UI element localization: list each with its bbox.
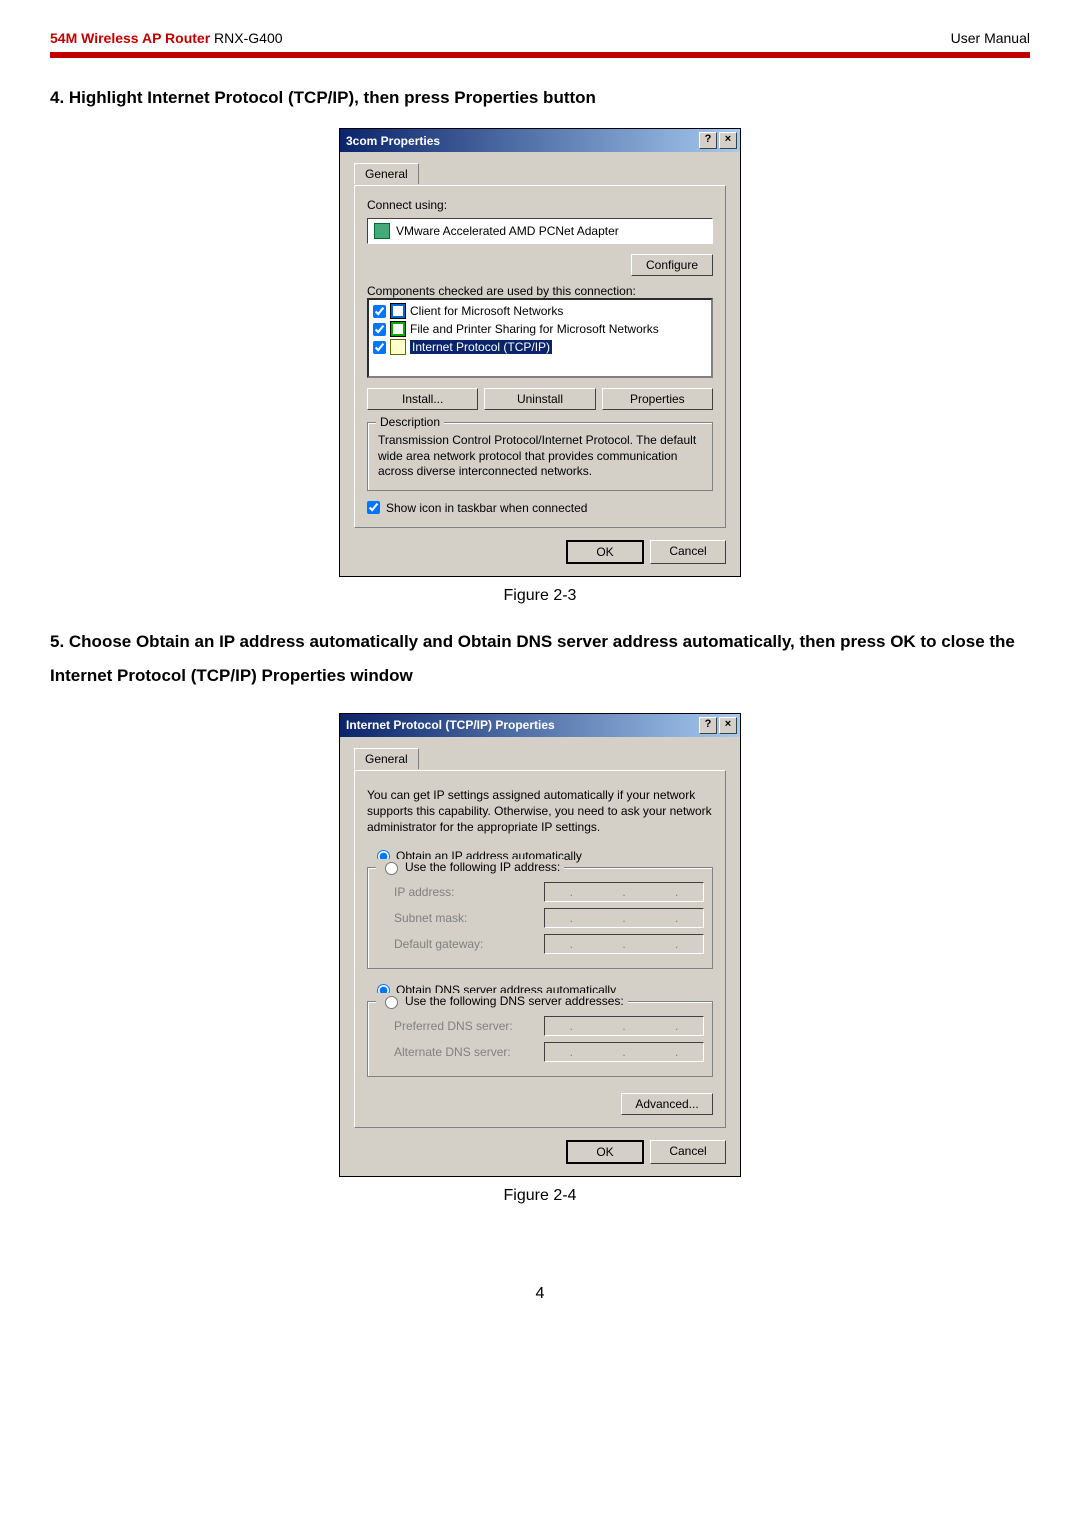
help-button[interactable]: ?: [699, 717, 717, 734]
close-button[interactable]: ×: [719, 132, 737, 149]
components-listbox[interactable]: Client for Microsoft Networks File and P…: [367, 298, 713, 378]
component-label: File and Printer Sharing for Microsoft N…: [410, 322, 659, 336]
dialog-titlebar: 3com Properties ? ×: [340, 129, 740, 152]
use-following-ip-label: Use the following IP address:: [405, 860, 560, 874]
product-model: RNX-G400: [214, 30, 282, 46]
figure-2-4-caption: Figure 2-4: [50, 1187, 1030, 1205]
component-label: Internet Protocol (TCP/IP): [410, 340, 552, 354]
step-5-text: 5. Choose Obtain an IP address automatic…: [50, 625, 1030, 693]
dialog-title: 3com Properties: [346, 134, 440, 148]
use-following-dns-label: Use the following DNS server addresses:: [405, 994, 624, 1008]
use-following-dns-radio[interactable]: [385, 996, 398, 1009]
description-group: Description Transmission Control Protoco…: [367, 422, 713, 491]
install-button[interactable]: Install...: [367, 388, 478, 410]
alternate-dns-label: Alternate DNS server:: [394, 1045, 534, 1059]
description-text: Transmission Control Protocol/Internet P…: [378, 433, 702, 480]
tab-panel: You can get IP settings assigned automat…: [354, 770, 726, 1129]
protocol-icon: [390, 339, 406, 355]
show-icon-checkbox[interactable]: [367, 501, 380, 514]
network-adapter-icon: [374, 223, 390, 239]
preferred-dns-input: ...: [544, 1016, 704, 1036]
component-checkbox[interactable]: [373, 323, 386, 336]
client-icon: [390, 303, 406, 319]
adapter-field: VMware Accelerated AMD PCNet Adapter: [367, 218, 713, 244]
product-name: 54M Wireless AP Router: [50, 30, 210, 46]
doc-label: User Manual: [951, 30, 1030, 46]
gateway-label: Default gateway:: [394, 937, 534, 951]
tab-general[interactable]: General: [354, 163, 419, 184]
subnet-label: Subnet mask:: [394, 911, 534, 925]
close-button[interactable]: ×: [719, 717, 737, 734]
doc-header: 54M Wireless AP Router RNX-G400 User Man…: [50, 30, 1030, 52]
list-item[interactable]: File and Printer Sharing for Microsoft N…: [371, 320, 709, 338]
use-following-ip-radio[interactable]: [385, 862, 398, 875]
step-4-heading: 4. Highlight Internet Protocol (TCP/IP),…: [50, 88, 1030, 108]
component-label: Client for Microsoft Networks: [410, 304, 563, 318]
ok-button[interactable]: OK: [566, 540, 644, 564]
ok-button[interactable]: OK: [566, 1140, 644, 1164]
component-checkbox[interactable]: [373, 341, 386, 354]
help-button[interactable]: ?: [699, 132, 717, 149]
cancel-button[interactable]: Cancel: [650, 1140, 726, 1164]
configure-button[interactable]: Configure: [631, 254, 713, 276]
tcpip-properties-dialog: Internet Protocol (TCP/IP) Properties ? …: [339, 713, 741, 1178]
gateway-input: ...: [544, 934, 704, 954]
uninstall-button[interactable]: Uninstall: [484, 388, 595, 410]
components-label: Components checked are used by this conn…: [367, 284, 713, 298]
connection-properties-dialog: 3com Properties ? × General Connect usin…: [339, 128, 741, 577]
manual-ip-group: Use the following IP address: IP address…: [367, 867, 713, 969]
preferred-dns-label: Preferred DNS server:: [394, 1019, 534, 1033]
properties-button[interactable]: Properties: [602, 388, 713, 410]
adapter-name: VMware Accelerated AMD PCNet Adapter: [396, 224, 619, 238]
tab-general[interactable]: General: [354, 748, 419, 769]
show-icon-label: Show icon in taskbar when connected: [386, 501, 587, 515]
list-item-selected[interactable]: Internet Protocol (TCP/IP): [371, 338, 709, 356]
subnet-input: ...: [544, 908, 704, 928]
dialog-title: Internet Protocol (TCP/IP) Properties: [346, 718, 555, 732]
tab-panel: Connect using: VMware Accelerated AMD PC…: [354, 185, 726, 528]
manual-dns-group: Use the following DNS server addresses: …: [367, 1001, 713, 1077]
ip-address-label: IP address:: [394, 885, 534, 899]
header-divider: [50, 52, 1030, 58]
ip-address-input: ...: [544, 882, 704, 902]
figure-2-3-caption: Figure 2-3: [50, 587, 1030, 605]
alternate-dns-input: ...: [544, 1042, 704, 1062]
component-checkbox[interactable]: [373, 305, 386, 318]
list-item[interactable]: Client for Microsoft Networks: [371, 302, 709, 320]
cancel-button[interactable]: Cancel: [650, 540, 726, 564]
description-legend: Description: [376, 415, 444, 429]
connect-using-label: Connect using:: [367, 198, 713, 212]
intro-text: You can get IP settings assigned automat…: [367, 787, 713, 836]
file-share-icon: [390, 321, 406, 337]
dialog-titlebar: Internet Protocol (TCP/IP) Properties ? …: [340, 714, 740, 737]
advanced-button[interactable]: Advanced...: [621, 1093, 713, 1115]
page-number: 4: [50, 1285, 1030, 1303]
